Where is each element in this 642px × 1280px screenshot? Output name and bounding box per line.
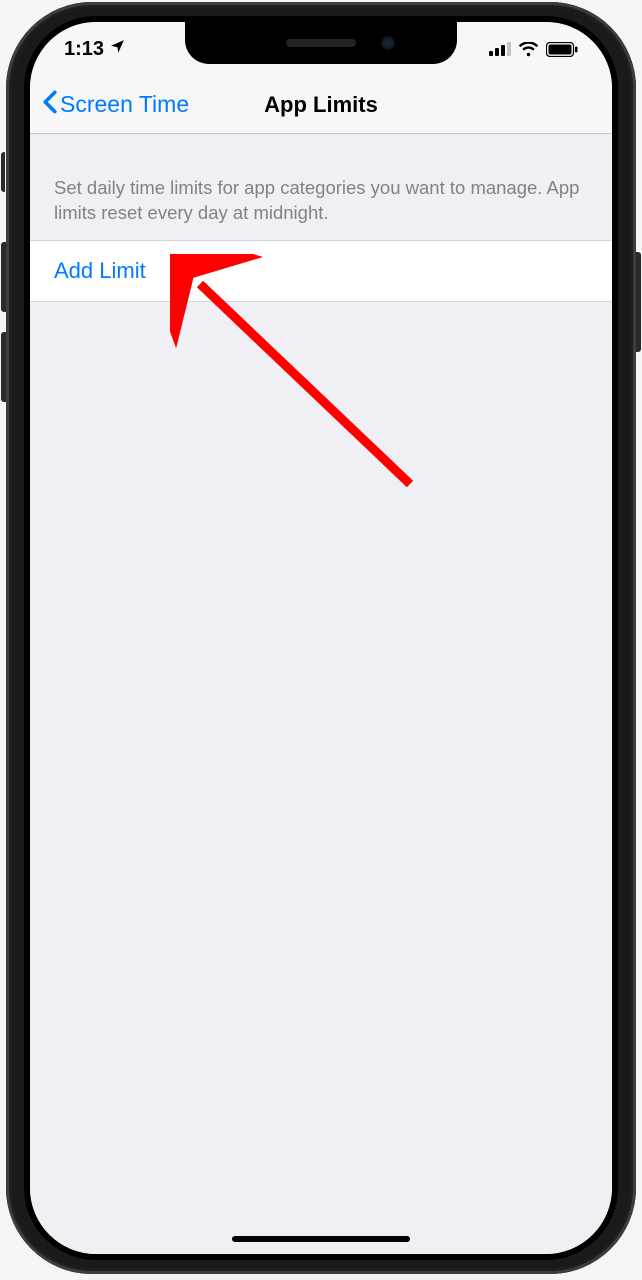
phone-frame: 1:13 [6, 2, 636, 1274]
back-label: Screen Time [60, 91, 189, 118]
battery-icon [546, 42, 578, 57]
wifi-icon [518, 42, 539, 57]
add-limit-button[interactable]: Add Limit [30, 240, 612, 302]
phone-screen: 1:13 [30, 22, 612, 1254]
phone-notch [185, 22, 457, 64]
home-indicator[interactable] [232, 1236, 410, 1242]
status-time: 1:13 [64, 38, 104, 61]
chevron-left-icon [42, 90, 58, 120]
location-icon [109, 38, 126, 61]
phone-bezel: 1:13 [24, 16, 618, 1260]
front-camera [381, 36, 395, 50]
nav-bar: Screen Time App Limits [30, 76, 612, 134]
back-button[interactable]: Screen Time [30, 90, 189, 120]
speaker-grille [286, 39, 356, 47]
settings-content: Set daily time limits for app categories… [30, 134, 612, 1254]
cellular-signal-icon [489, 42, 511, 56]
section-description: Set daily time limits for app categories… [30, 134, 612, 240]
